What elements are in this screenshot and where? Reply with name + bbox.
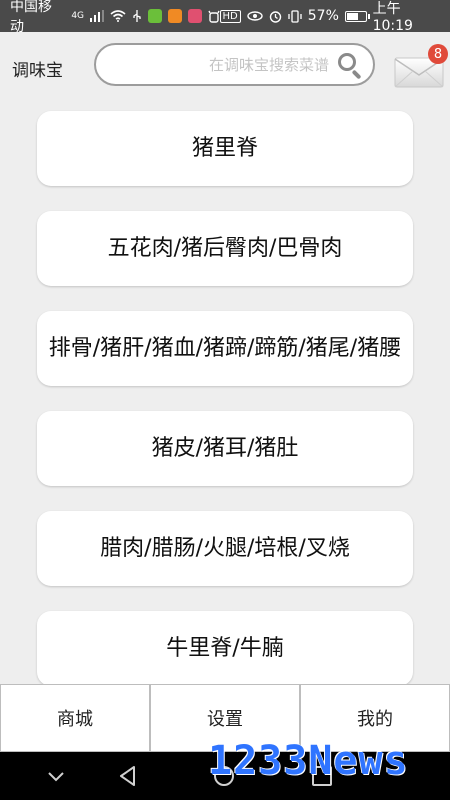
category-label: 牛里脊/牛腩: [166, 635, 284, 661]
clock: 上午10:19: [372, 1, 413, 34]
vibrate-icon: [288, 9, 302, 23]
category-label: 猪里脊: [191, 135, 258, 161]
battery-percent: 57%: [307, 8, 339, 24]
mail-badge: 8: [428, 44, 448, 64]
category-label: 猪皮/猪耳/猪肚: [151, 435, 299, 461]
wifi-icon: [110, 10, 126, 22]
search-placeholder: 在调味宝搜索菜谱: [208, 56, 329, 74]
carrier-name: 中国移动: [10, 0, 52, 35]
chevron-down-icon[interactable]: [44, 764, 68, 788]
category-card[interactable]: 牛里脊/牛腩: [37, 611, 413, 684]
search-input[interactable]: 在调味宝搜索菜谱: [94, 43, 375, 86]
hd-icon: HD: [219, 9, 241, 23]
category-label: 五花肉/猪后臀肉/巴骨肉: [107, 235, 343, 261]
eye-icon: [247, 11, 263, 21]
category-card[interactable]: 排骨/猪肝/猪血/猪蹄/蹄筋/猪尾/猪腰: [37, 311, 413, 386]
signal-type: 4G: [71, 10, 85, 21]
status-bar: 中国移动 4G HD 57% 上午10:19: [0, 0, 450, 35]
status-left: 中国移动 4G: [10, 0, 220, 36]
category-label: 腊肉/腊肠/火腿/培根/叉烧: [100, 535, 350, 561]
category-card[interactable]: 腊肉/腊肠/火腿/培根/叉烧: [37, 511, 413, 586]
alarm-icon: [269, 10, 282, 23]
app-header: 调味宝 在调味宝搜索菜谱 8: [0, 32, 450, 100]
category-list: 猪里脊 五花肉/猪后臀肉/巴骨肉 排骨/猪肝/猪血/猪蹄/蹄筋/猪尾/猪腰 猪皮…: [0, 100, 450, 684]
watermark: 1233News: [208, 738, 409, 784]
app-notification-green-icon: [148, 9, 162, 23]
category-card[interactable]: 五花肉/猪后臀肉/巴骨肉: [37, 211, 413, 286]
signal-bars-icon: [90, 10, 105, 22]
app-notification-orange-icon: [167, 9, 182, 23]
tab-mall[interactable]: 商城: [0, 684, 150, 752]
category-card[interactable]: 猪里脊: [37, 111, 413, 186]
category-card[interactable]: 猪皮/猪耳/猪肚: [37, 411, 413, 486]
app-notification-red-icon: [187, 9, 202, 23]
battery-icon: [344, 10, 370, 22]
category-label: 排骨/猪肝/猪血/猪蹄/蹄筋/猪尾/猪腰: [48, 335, 402, 361]
app-title: 调味宝: [12, 61, 63, 81]
back-icon[interactable]: [116, 764, 140, 788]
usb-icon: [132, 9, 142, 23]
search-icon[interactable]: [337, 52, 363, 79]
mail-button[interactable]: 8: [390, 44, 448, 90]
status-right: HD 57% 上午10:19: [219, 0, 440, 34]
device-icon: [207, 10, 220, 23]
